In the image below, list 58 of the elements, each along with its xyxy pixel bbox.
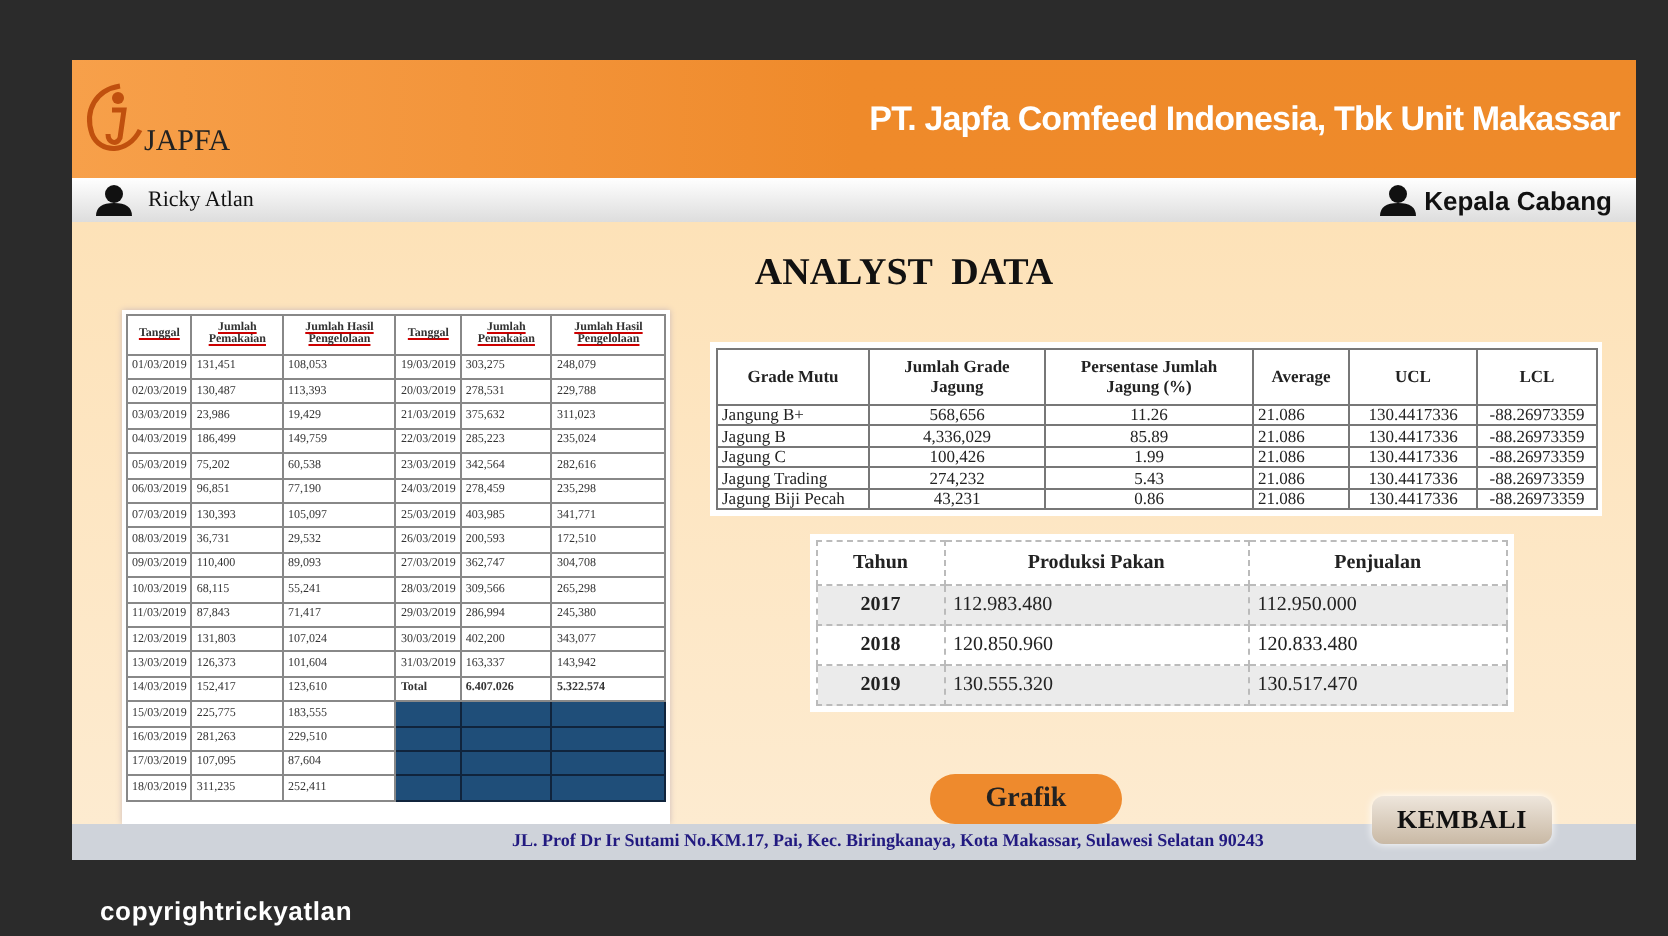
blank-cell (460, 775, 552, 801)
table-cell: 130.4417336 (1349, 446, 1477, 468)
table-cell: Jagung Trading (717, 467, 869, 489)
user-icon (96, 184, 132, 217)
table-cell: 568,656 (869, 404, 1045, 426)
table-cell: -88.26973359 (1477, 425, 1597, 447)
blank-cell (551, 701, 665, 727)
blank-cell (551, 750, 665, 776)
blank-cell (551, 726, 665, 751)
table-cell: 130.4417336 (1349, 404, 1477, 426)
blank-cell (460, 701, 552, 727)
table-cell: 0.86 (1045, 488, 1253, 510)
blank-cell (460, 726, 552, 751)
column-header: Grade Mutu (717, 348, 869, 405)
table-cell: 130.4417336 (1349, 425, 1477, 447)
page-title: ANALYST DATA (754, 250, 1054, 299)
table-cell: 5.43 (1045, 467, 1253, 489)
company-name: PT. Japfa Comfeed Indonesia, Tbk Unit Makassar (869, 97, 1620, 142)
column-header: Average (1253, 348, 1349, 405)
column-header: UCL (1349, 348, 1477, 405)
table-cell: Jagung B (717, 425, 869, 447)
copyright-text: copyrightrickyatlan (100, 896, 353, 926)
table-cell: -88.26973359 (1477, 488, 1597, 510)
table-cell: 130.517.470 (1248, 665, 1507, 706)
table-cell: 21.086 (1253, 425, 1349, 447)
column-header: Persentase Jumlah Jagung (%) (1045, 348, 1253, 405)
table-cell: -88.26973359 (1477, 446, 1597, 468)
table-cell: 4,336,029 (869, 425, 1045, 447)
back-button[interactable]: KEMBALI (1372, 796, 1552, 844)
table-cell: 1.99 (1045, 446, 1253, 468)
table-cell: 11.26 (1045, 404, 1253, 426)
table-cell: -88.26973359 (1477, 404, 1597, 426)
blank-cell (460, 750, 552, 776)
table-cell: 130.4417336 (1349, 467, 1477, 489)
blank-cell (551, 775, 665, 801)
table-cell: 130.555.320 (944, 665, 1249, 706)
table-cell: 43,231 (869, 488, 1045, 510)
user-icon (1380, 184, 1417, 217)
table-cell: 21.086 (1253, 404, 1349, 426)
table-cell: 21.086 (1253, 488, 1349, 510)
chart-button[interactable]: Grafik (930, 774, 1122, 825)
column-header: LCL (1477, 348, 1597, 405)
table-cell: Jagung C (717, 446, 869, 468)
table-cell: 274,232 (869, 467, 1045, 489)
table-cell: Jangung B+ (717, 404, 869, 426)
table-cell: 130.4417336 (1349, 488, 1477, 510)
column-header: Jumlah Grade Jagung (869, 348, 1045, 405)
table-cell: -88.26973359 (1477, 467, 1597, 489)
table-cell: 85.89 (1045, 425, 1253, 447)
user-name: Ricky Atlan (148, 186, 254, 217)
table-cell: 2019 (817, 665, 945, 706)
logo-text: JAPFA (144, 127, 231, 158)
table-cell: 100,426 (869, 446, 1045, 468)
user-role: Kepala Cabang (1424, 183, 1612, 220)
footer-address: JL. Prof Dr Ir Sutami No.KM.17, Pai, Kec. Biringkanaya, Kota Makassar, Sulawesi Selatan 90243 (512, 828, 1264, 855)
table-cell: 21.086 (1253, 446, 1349, 468)
table-cell: 21.086 (1253, 467, 1349, 489)
table-cell: Jagung Biji Pecah (717, 488, 869, 510)
